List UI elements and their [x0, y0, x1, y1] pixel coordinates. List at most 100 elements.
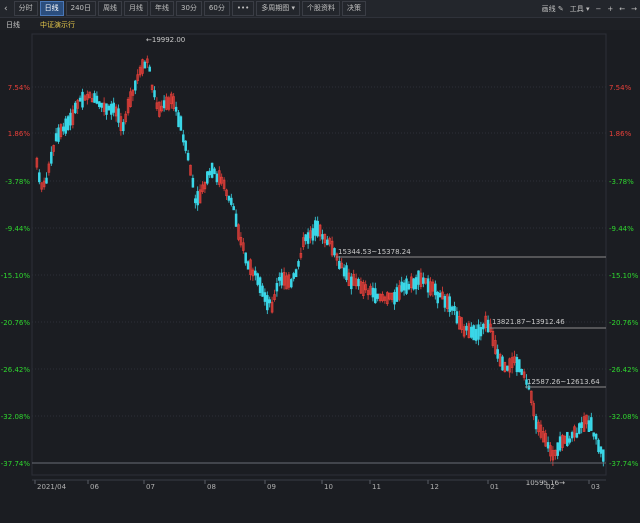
tab-intraday[interactable]: 分时 — [13, 1, 38, 16]
candle-body — [110, 103, 113, 115]
candle-body — [412, 278, 415, 290]
candle-body — [558, 436, 562, 451]
tab-30min[interactable]: 30分 — [175, 1, 202, 16]
tab-60min[interactable]: 60分 — [203, 1, 230, 16]
stock-info-button[interactable]: 个股资料 — [301, 1, 340, 16]
draw-line-button[interactable]: 画线 ✎ — [539, 4, 567, 14]
multi-period-button[interactable]: 多周期图 ▾ — [256, 1, 300, 16]
candle-body — [213, 168, 216, 175]
candle-body — [501, 356, 504, 371]
y-tick-label-left: 1.86% — [8, 130, 31, 138]
tab-daily[interactable]: 日线 — [39, 1, 64, 16]
candle-body — [50, 151, 53, 164]
candle-body — [314, 220, 317, 236]
candle-body — [546, 442, 550, 449]
candle-body — [256, 273, 259, 285]
candle-body — [306, 232, 310, 244]
candle-body — [246, 261, 250, 270]
candle-body — [177, 112, 180, 128]
multi-period-label: 多周期图 — [261, 4, 290, 12]
candle-body — [179, 116, 183, 131]
candle-body — [448, 296, 451, 313]
arrow-left-icon[interactable]: ← — [616, 5, 628, 13]
candle-body — [316, 220, 319, 237]
candle-body — [230, 197, 233, 205]
y-tick-label-left: -3.78% — [5, 178, 30, 186]
arrow-right-icon[interactable]: → — [628, 5, 640, 13]
candle-body — [297, 261, 300, 267]
candle-body — [527, 385, 531, 390]
candle-body — [54, 133, 58, 142]
y-tick-label-left: -32.08% — [1, 413, 31, 421]
candle-body — [100, 102, 103, 108]
minus-icon[interactable]: − — [593, 5, 605, 13]
candle-body — [38, 172, 41, 183]
candle-body — [254, 270, 257, 276]
more-button[interactable]: ••• — [231, 1, 255, 16]
tools-button[interactable]: 工具 ▾ — [567, 4, 593, 14]
candle-body — [556, 442, 559, 456]
x-tick-label: 03 — [591, 483, 600, 491]
candle-body — [496, 349, 499, 359]
candle-body — [112, 102, 115, 113]
candle-body — [263, 292, 267, 302]
candle-body — [184, 140, 187, 151]
period-label: 日线 — [6, 21, 20, 29]
y-tick-label-right: -20.76% — [609, 319, 639, 327]
tab-yearly[interactable]: 年线 — [149, 1, 174, 16]
candle-body — [602, 449, 605, 462]
tab-weekly[interactable]: 周线 — [97, 1, 122, 16]
period-toolbar: ‹ 分时 日线 240日 周线 月线 年线 30分 60分 ••• 多周期图 ▾… — [0, 0, 640, 18]
candle-body — [434, 283, 437, 296]
candle-body — [405, 278, 408, 294]
y-tick-label-right: -15.10% — [609, 272, 639, 280]
kline-chart[interactable]: 7.54% 7.54% 1.86% 1.86% -3.78% -3.78% -9.44% -9… — [0, 30, 640, 519]
candle-body — [117, 108, 120, 123]
candle-body — [599, 446, 603, 454]
collapse-icon[interactable]: ‹ — [0, 4, 12, 14]
candle-body — [333, 248, 336, 256]
y-tick-label-right: -37.74% — [609, 460, 639, 468]
candle-body — [400, 281, 403, 292]
decision-button[interactable]: 决策 — [341, 1, 366, 16]
candle-body — [455, 311, 459, 324]
candle-body — [215, 173, 219, 183]
candle-body — [594, 433, 598, 440]
candle-body — [345, 265, 348, 280]
candle-body — [95, 95, 99, 104]
candle-body — [196, 191, 199, 206]
candle-body — [357, 278, 360, 287]
candle-body — [422, 277, 425, 284]
candle-body — [182, 134, 185, 143]
candle-body — [134, 80, 137, 91]
candle-body — [234, 213, 238, 227]
candle-body — [393, 291, 396, 305]
candle-body — [465, 325, 468, 331]
tab-monthly[interactable]: 月线 — [123, 1, 148, 16]
candle-body — [479, 327, 483, 337]
candle-body — [268, 299, 271, 304]
plot-frame — [31, 33, 607, 476]
range-label-3: 12587.26~12613.64 — [527, 378, 600, 386]
tab-240day[interactable]: 240日 — [65, 1, 96, 16]
candle-body — [153, 90, 156, 98]
candle-body — [191, 177, 195, 188]
candle-body — [311, 228, 315, 241]
candle-body — [266, 295, 269, 311]
candle-body — [275, 283, 279, 292]
candle-body — [486, 319, 490, 333]
candle-body — [62, 126, 65, 132]
candle-body — [590, 417, 593, 431]
candle-body — [518, 359, 521, 373]
y-tick-label-right: 7.54% — [609, 84, 632, 92]
candle-body — [292, 273, 295, 279]
candle-body — [597, 439, 600, 452]
y-tick-label-right: -9.44% — [609, 225, 634, 233]
y-tick-label-left: -20.76% — [1, 319, 31, 327]
candle-body — [472, 325, 475, 341]
candle-body — [98, 101, 101, 107]
kline-svg[interactable]: 7.54% 7.54% 1.86% 1.86% -3.78% -3.78% -9.44% -9… — [0, 30, 640, 519]
candle-body — [227, 195, 231, 201]
plus-icon[interactable]: + — [604, 5, 616, 13]
candle-body — [376, 293, 379, 299]
